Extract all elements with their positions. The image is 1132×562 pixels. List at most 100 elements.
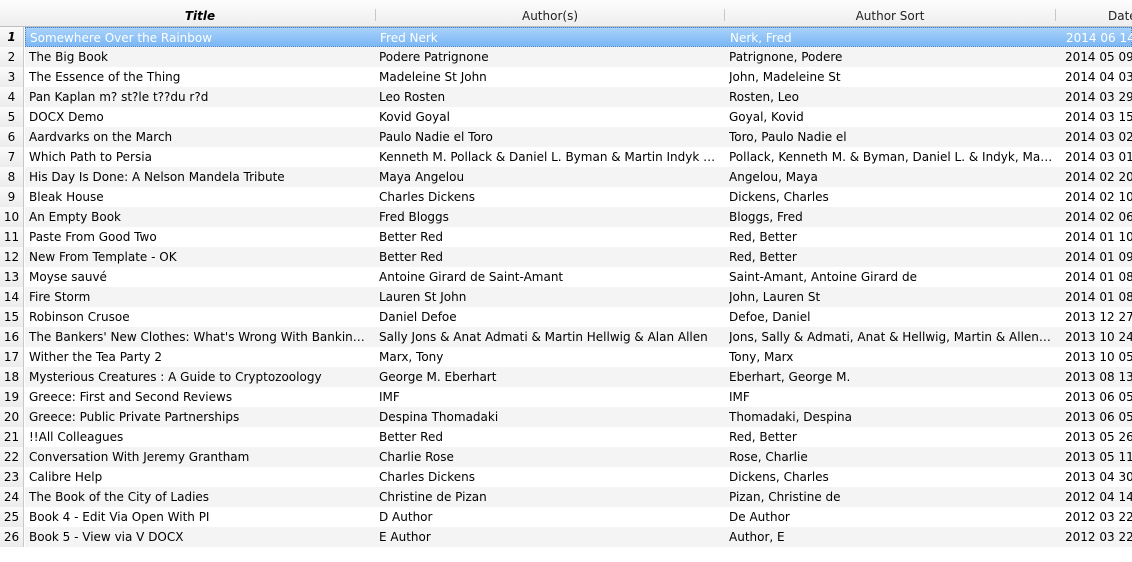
cell-title[interactable]: Fire Storm [29,287,371,307]
table-row[interactable]: 25 Book 4 - Edit Via Open With PI D Author… [0,507,1132,527]
cell-author-sort[interactable]: Thomadaki, Despina [729,407,1053,427]
row-cells[interactable]: The Essence of the Thing Madeleine St Joh… [25,67,1132,87]
cell-title[interactable]: An Empty Book [29,207,371,227]
cell-date[interactable]: 2012 03 22 [1065,507,1132,527]
table-row[interactable]: 16 The Bankers' New Clothes: What's Wrong… [0,327,1132,347]
row-number[interactable]: 21 [0,427,24,447]
table-row[interactable]: 21 !!All Colleagues Better Red Red, Better 2… [0,427,1132,447]
cell-authors[interactable]: Lauren St John [379,287,721,307]
row-number[interactable]: 17 [0,347,24,367]
cell-date[interactable]: 2014 01 08 [1065,267,1132,287]
row-cells[interactable]: Somewhere Over the Rainbow Fred Nerk Nerk,… [25,27,1132,47]
cell-date[interactable]: 2014 01 10 [1065,227,1132,247]
cell-date[interactable]: 2013 05 26 [1065,427,1132,447]
cell-date[interactable]: 2014 05 09 [1065,47,1132,67]
cell-authors[interactable]: Christine de Pizan [379,487,721,507]
column-header-title[interactable]: Title [25,0,375,26]
cell-date[interactable]: 2014 03 01 [1065,147,1132,167]
row-cells[interactable]: Conversation With Jeremy Grantham Charlie… [25,447,1132,467]
cell-title[interactable]: Moyse sauvé [29,267,371,287]
column-resize-handle-author-sort[interactable] [1055,9,1056,21]
row-number[interactable]: 24 [0,487,24,507]
cell-authors[interactable]: Leo Rosten [379,87,721,107]
table-row[interactable]: 12 New From Template - OK Better Red Red, B… [0,247,1132,267]
cell-author-sort[interactable]: Pizan, Christine de [729,487,1053,507]
table-row[interactable]: 26 Book 5 - View via V DOCX E Author Author… [0,527,1132,547]
cell-authors[interactable]: Daniel Defoe [379,307,721,327]
cell-title[interactable]: Book 4 - Edit Via Open With PI [29,507,371,527]
row-number[interactable]: 11 [0,227,24,247]
table-row[interactable]: 5 DOCX Demo Kovid Goyal Goyal, Kovid 2014 03… [0,107,1132,127]
cell-title[interactable]: Paste From Good Two [29,227,371,247]
row-cells[interactable]: Calibre Help Charles Dickens Dickens, Char… [25,467,1132,487]
row-cells[interactable]: Pan Kaplan m? st?le t??du r?d Leo Rosten R… [25,87,1132,107]
table-row[interactable]: 3 The Essence of the Thing Madeleine St Jo… [0,67,1132,87]
row-number[interactable]: 16 [0,327,24,347]
cell-author-sort[interactable]: Red, Better [729,427,1053,447]
table-row[interactable]: 18 Mysterious Creatures : A Guide to Cryp… [0,367,1132,387]
row-number[interactable]: 14 [0,287,24,307]
cell-date[interactable]: 2012 04 14 [1065,487,1132,507]
row-number[interactable]: 7 [0,147,24,167]
column-header-date[interactable]: Date [1108,0,1132,26]
table-row[interactable]: 10 An Empty Book Fred Bloggs Bloggs, Fred 20… [0,207,1132,227]
cell-date[interactable]: 2013 04 30 [1065,467,1132,487]
cell-author-sort[interactable]: Dickens, Charles [729,467,1053,487]
cell-title[interactable]: Wither the Tea Party 2 [29,347,371,367]
cell-author-sort[interactable]: Bloggs, Fred [729,207,1053,227]
cell-title[interactable]: Book 5 - View via V DOCX [29,527,371,547]
table-row[interactable]: 15 Robinson Crusoe Daniel Defoe Defoe, Dani… [0,307,1132,327]
cell-date[interactable]: 2013 06 05 [1065,407,1132,427]
table-row[interactable]: 9 Bleak House Charles Dickens Dickens, Char… [0,187,1132,207]
row-number[interactable]: 6 [0,127,24,147]
row-number[interactable]: 2 [0,47,24,67]
row-cells[interactable]: DOCX Demo Kovid Goyal Goyal, Kovid 2014 03 … [25,107,1132,127]
table-row[interactable]: 24 The Book of the City of Ladies Christin… [0,487,1132,507]
cell-author-sort[interactable]: Red, Better [729,247,1053,267]
cell-author-sort[interactable]: Saint-Amant, Antoine Girard de [729,267,1053,287]
cell-authors[interactable]: Despina Thomadaki [379,407,721,427]
table-row[interactable]: 8 His Day Is Done: A Nelson Mandela Tribu… [0,167,1132,187]
cell-date[interactable]: 2013 10 05 [1065,347,1132,367]
row-cells[interactable]: Wither the Tea Party 2 Marx, Tony Tony, Ma… [25,347,1132,367]
row-number[interactable]: 3 [0,67,24,87]
cell-title[interactable]: Mysterious Creatures : A Guide to Crypto… [29,367,371,387]
row-number[interactable]: 26 [0,527,24,547]
table-row[interactable]: 22 Conversation With Jeremy Grantham Charl… [0,447,1132,467]
cell-title[interactable]: Somewhere Over the Rainbow [30,28,372,48]
row-number[interactable]: 12 [0,247,24,267]
table-row[interactable]: 14 Fire Storm Lauren St John John, Lauren S… [0,287,1132,307]
row-number[interactable]: 19 [0,387,24,407]
cell-date[interactable]: 2014 02 10 [1065,187,1132,207]
row-cells[interactable]: Book 5 - View via V DOCX E Author Author, … [25,527,1132,547]
cell-author-sort[interactable]: Nerk, Fred [730,28,1054,48]
cell-author-sort[interactable]: Pollack, Kenneth M. & Byman, Daniel L. &… [729,147,1053,167]
table-row[interactable]: 11 Paste From Good Two Better Red Red, Bett… [0,227,1132,247]
cell-author-sort[interactable]: Author, E [729,527,1053,547]
cell-date[interactable]: 2014 01 08 [1065,287,1132,307]
cell-title[interactable]: Aardvarks on the March [29,127,371,147]
cell-title[interactable]: !!All Colleagues [29,427,371,447]
cell-date[interactable]: 2014 03 29 [1065,87,1132,107]
cell-author-sort[interactable]: Angelou, Maya [729,167,1053,187]
row-cells[interactable]: Book 4 - Edit Via Open With PI D Author De… [25,507,1132,527]
row-number[interactable]: 22 [0,447,24,467]
cell-author-sort[interactable]: De Author [729,507,1053,527]
row-number[interactable]: 10 [0,207,24,227]
cell-authors[interactable]: Maya Angelou [379,167,721,187]
cell-authors[interactable]: Better Red [379,427,721,447]
row-cells[interactable]: The Book of the City of Ladies Christine … [25,487,1132,507]
table-row[interactable]: 17 Wither the Tea Party 2 Marx, Tony Tony, … [0,347,1132,367]
cell-author-sort[interactable]: Rose, Charlie [729,447,1053,467]
cell-date[interactable]: 2014 02 06 [1065,207,1132,227]
cell-title[interactable]: New From Template - OK [29,247,371,267]
cell-authors[interactable]: Sally Jons & Anat Admati & Martin Hellwi… [379,327,721,347]
row-cells[interactable]: Greece: First and Second Reviews IMF IMF 20… [25,387,1132,407]
row-cells[interactable]: Paste From Good Two Better Red Red, Better… [25,227,1132,247]
column-header-authors[interactable]: Author(s) [376,0,724,26]
row-cells[interactable]: His Day Is Done: A Nelson Mandela Tribut… [25,167,1132,187]
row-number[interactable]: 5 [0,107,24,127]
cell-date[interactable]: 2013 10 24 [1065,327,1132,347]
cell-title[interactable]: DOCX Demo [29,107,371,127]
cell-date[interactable]: 2013 08 13 [1065,367,1132,387]
